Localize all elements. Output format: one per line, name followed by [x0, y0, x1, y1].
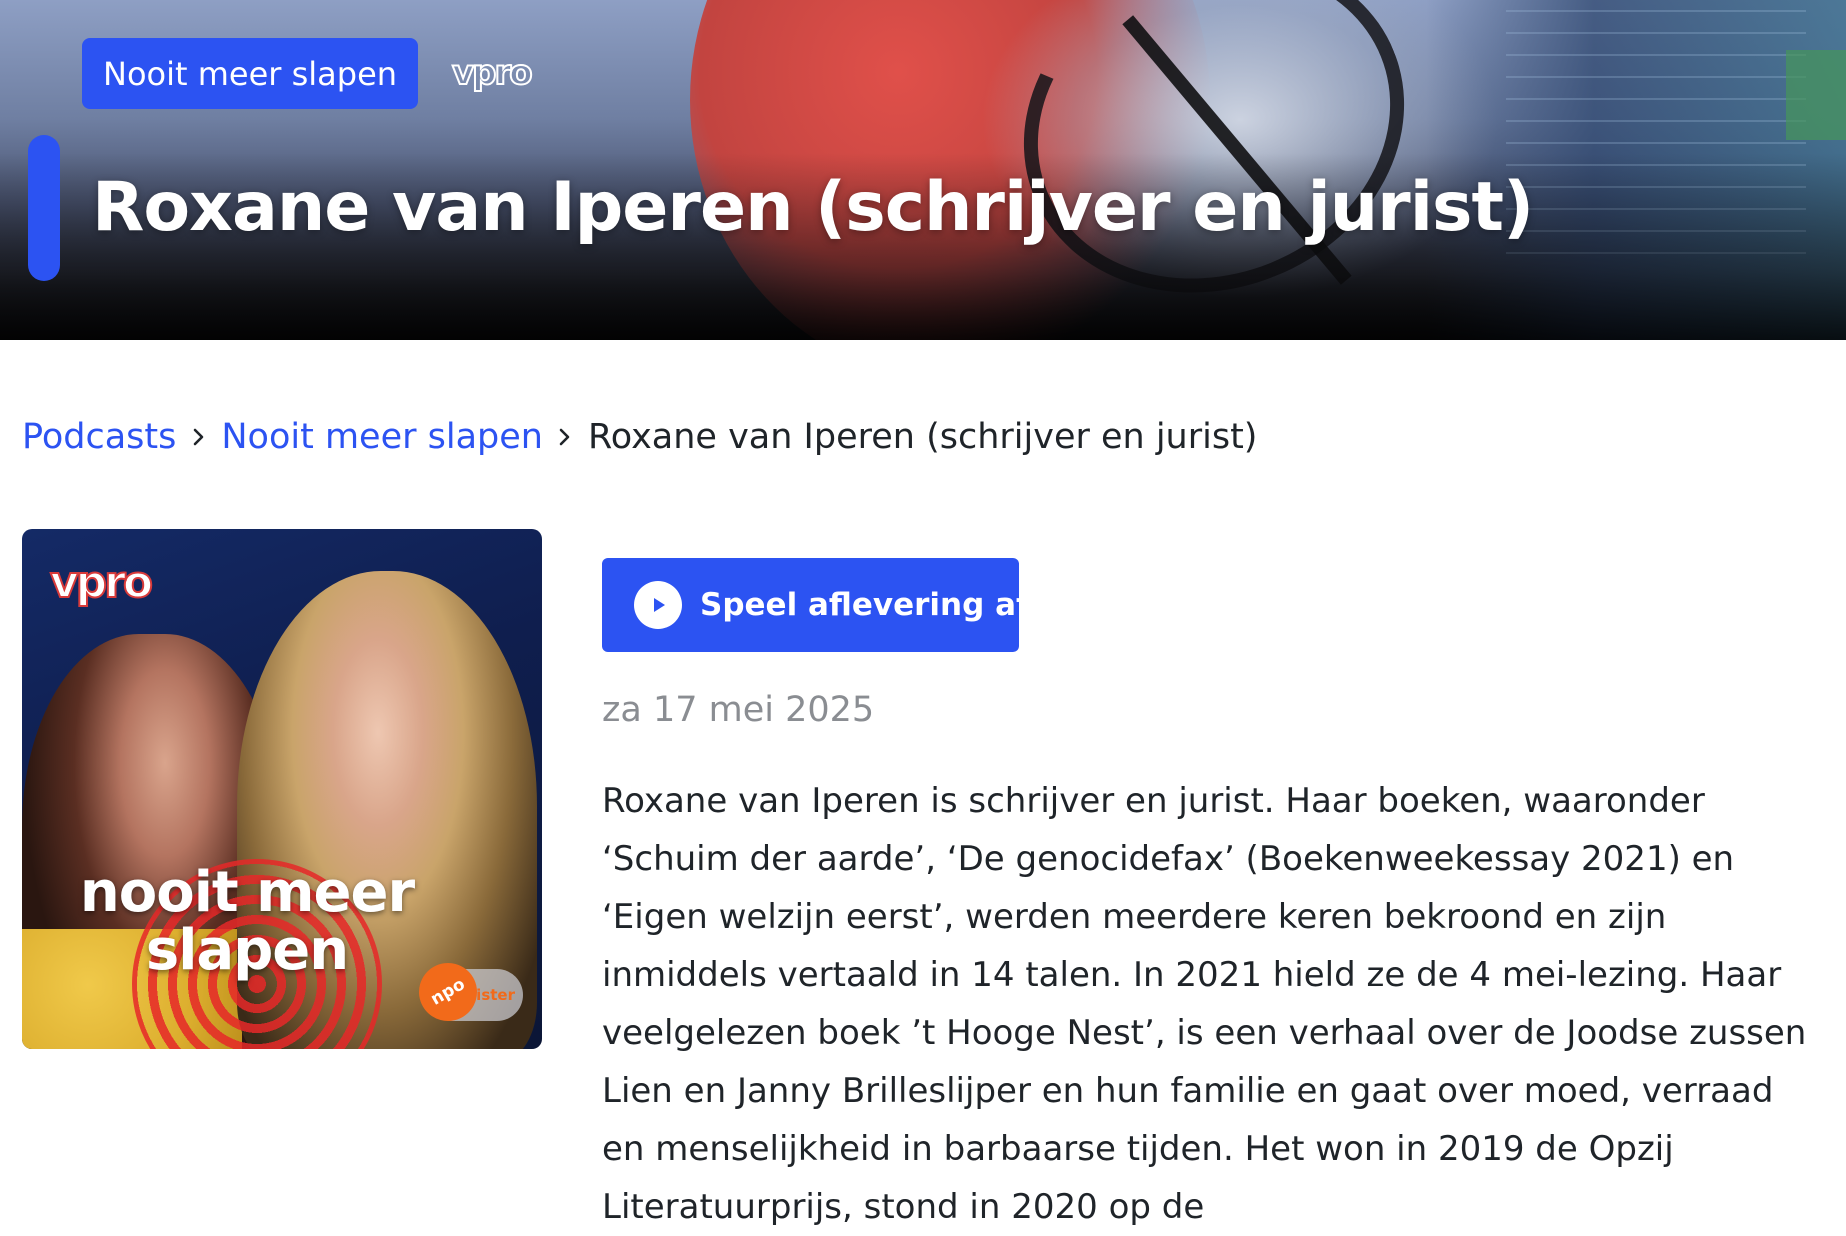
breadcrumb-link-podcasts[interactable]: Podcasts	[22, 417, 176, 457]
play-episode-button[interactable]: Speel aflevering af	[602, 558, 1030, 652]
vpro-logo-text: vpro	[452, 53, 531, 93]
cover-title-line1: nooit meer	[79, 860, 415, 925]
chevron-right-icon	[176, 427, 221, 447]
page-title: Roxane van Iperen (schrijver en jurist)	[92, 168, 1534, 247]
episode-description: Roxane van Iperen is schrijver en jurist…	[602, 781, 1807, 1227]
play-icon	[634, 581, 682, 629]
cover-vpro-logo: vpro	[49, 557, 156, 607]
chevron-right-icon	[543, 427, 588, 447]
hero-banner: Nooit meer slapen vpro Roxane van Iperen…	[0, 0, 1846, 340]
breadcrumb-link-program[interactable]: Nooit meer slapen	[221, 417, 543, 457]
breadcrumb: Podcasts Nooit meer slapen Roxane van Ip…	[22, 417, 1257, 457]
cover-title: nooit meer slapen	[22, 864, 472, 980]
play-episode-label: Speel aflevering af	[700, 587, 1030, 623]
vpro-logo[interactable]: vpro	[450, 52, 570, 94]
title-accent-bar	[28, 135, 60, 281]
cover-title-line2: slapen	[145, 918, 349, 983]
program-tag-button[interactable]: Nooit meer slapen	[82, 38, 419, 109]
breadcrumb-current: Roxane van Iperen (schrijver en jurist)	[587, 417, 1258, 457]
episode-date: za 17 mei 2025	[602, 690, 875, 730]
npo-luister-badge: npo luister	[408, 952, 523, 1032]
cover-vpro-logo-text: vpro	[50, 557, 152, 607]
podcast-cover-art: vpro nooit meer slapen npo luister	[22, 529, 542, 1049]
